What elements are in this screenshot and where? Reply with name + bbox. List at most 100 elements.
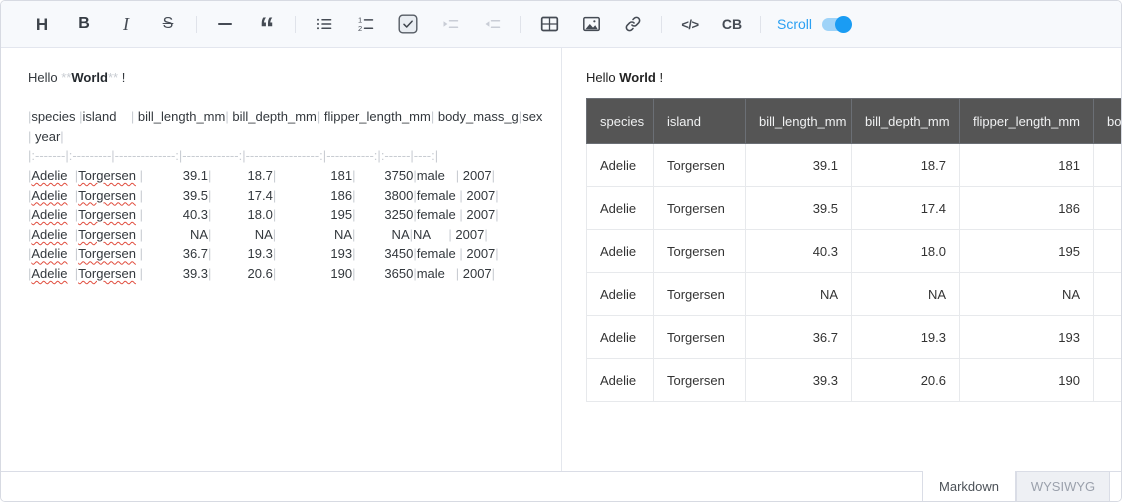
markdown-token: Adelie: [31, 168, 67, 183]
markdown-token: |: [140, 188, 143, 203]
inline-code-icon: </>: [681, 18, 698, 31]
preview-table-cell: 39.5: [746, 187, 852, 230]
heading-icon: H: [36, 16, 48, 33]
blockquote-icon: “: [260, 8, 275, 40]
markdown-token: |: [79, 109, 82, 124]
markdown-token: |: [140, 246, 143, 261]
markdown-token: |: [273, 188, 276, 203]
markdown-token: |: [413, 246, 416, 261]
markdown-token: |: [208, 227, 211, 242]
preview-table-header-cell: bill_length_mm: [746, 99, 852, 144]
preview-bold-text: World: [619, 70, 656, 85]
markdown-token: |: [140, 227, 143, 242]
preview-table-header-cell: body_mass_g: [1094, 99, 1122, 144]
svg-text:2: 2: [358, 24, 362, 33]
italic-button[interactable]: I: [110, 8, 142, 40]
markdown-token: |: [273, 207, 276, 222]
task-checkbox-icon: [398, 14, 418, 34]
preview-table-cell: Torgersen: [654, 230, 746, 273]
markdown-token: Torgersen: [78, 188, 136, 203]
markdown-token: |: [435, 148, 438, 163]
markdown-line[interactable]: Hello **World** !: [28, 68, 552, 88]
outdent-button: [476, 8, 508, 40]
markdown-token: World: [71, 70, 108, 85]
markdown-token: Adelie: [31, 207, 67, 222]
bullet-list-icon: [315, 15, 333, 33]
markdown-token: |: [352, 266, 355, 281]
preview-table-header-cell: species: [587, 99, 654, 144]
preview-table-cell: 3800: [1094, 187, 1122, 230]
preview-table-cell: NA: [746, 273, 852, 316]
markdown-token: :------: [381, 148, 411, 163]
mode-tab-markdown[interactable]: Markdown: [922, 471, 1016, 501]
markdown-token: |: [28, 109, 31, 124]
markdown-token: |: [131, 109, 134, 124]
code-block-icon: CB: [722, 17, 742, 31]
link-button[interactable]: [617, 8, 649, 40]
markdown-line[interactable]: |Adelie |Torgersen | NA| NA| NA| NA|NA |…: [28, 225, 552, 245]
preview-table-cell: Torgersen: [654, 187, 746, 230]
preview-paragraph: Hello World !: [586, 68, 1121, 87]
bullet-list-button[interactable]: [308, 8, 340, 40]
markdown-line[interactable]: |Adelie |Torgersen | 40.3| 18.0| 195| 32…: [28, 205, 552, 225]
markdown-token: -----------:: [326, 148, 377, 163]
strike-button[interactable]: S: [152, 8, 184, 40]
preview-table-cell: 40.3: [746, 230, 852, 273]
markdown-token: |: [495, 207, 498, 222]
markdown-token: |: [495, 246, 498, 261]
heading-button[interactable]: H: [26, 8, 58, 40]
preview-table-cell: 18.0: [852, 230, 960, 273]
preview-table-cell: Torgersen: [654, 316, 746, 359]
markdown-token: |: [352, 207, 355, 222]
preview-table-header-cell: flipper_length_mm: [960, 99, 1094, 144]
preview-table-header-row: speciesislandbill_length_mmbill_depth_mm…: [587, 99, 1122, 144]
preview-text: Hello: [586, 70, 619, 85]
markdown-line[interactable]: |species |island | bill_length_mm| bill_…: [28, 107, 552, 146]
task-list-button[interactable]: [392, 8, 424, 40]
blockquote-button[interactable]: “: [251, 8, 283, 40]
markdown-token: |: [208, 168, 211, 183]
markdown-token: Torgersen: [78, 227, 136, 242]
preview-table-cell: 3750: [1094, 144, 1122, 187]
markdown-token: |: [484, 227, 487, 242]
markdown-token: -----------------:: [246, 148, 323, 163]
markdown-line[interactable]: |Adelie |Torgersen | 39.1| 18.7| 181| 37…: [28, 166, 552, 186]
preview-table-cell: 20.6: [852, 359, 960, 402]
bold-button[interactable]: B: [68, 8, 100, 40]
toolbar-separator: [520, 16, 521, 33]
markdown-line[interactable]: [28, 88, 552, 108]
markdown-pane[interactable]: Hello **World** ! |species |island | bil…: [1, 48, 562, 471]
markdown-editor-content[interactable]: Hello **World** ! |species |island | bil…: [28, 68, 552, 284]
markdown-token: |: [456, 266, 459, 281]
code-block-button[interactable]: CB: [716, 8, 748, 40]
inline-code-button[interactable]: </>: [674, 8, 706, 40]
markdown-token: |: [495, 188, 498, 203]
mode-switch-tabs: MarkdownWYSIWYG: [922, 471, 1110, 501]
preview-table-cell: Adelie: [587, 187, 654, 230]
strikethrough-icon: S: [163, 16, 174, 32]
markdown-line[interactable]: |:-------|:---------|--------------:|---…: [28, 146, 552, 166]
preview-table-cell: 3250: [1094, 230, 1122, 273]
preview-table-cell: Adelie: [587, 273, 654, 316]
horizontal-rule-button[interactable]: [209, 8, 241, 40]
image-button[interactable]: [575, 8, 607, 40]
markdown-line[interactable]: |Adelie |Torgersen | 36.7| 19.3| 193| 34…: [28, 244, 552, 264]
preview-table-header-cell: bill_depth_mm: [852, 99, 960, 144]
toolbar-separator: [295, 16, 296, 33]
markdown-token: |: [413, 266, 416, 281]
mode-tab-wysiwyg[interactable]: WYSIWYG: [1016, 471, 1110, 501]
markdown-line[interactable]: |Adelie |Torgersen | 39.3| 20.6| 190| 36…: [28, 264, 552, 284]
preview-table-row: AdelieTorgersen36.719.31933450: [587, 316, 1122, 359]
scroll-sync-toggle[interactable]: [822, 18, 850, 31]
preview-table-cell: 186: [960, 187, 1094, 230]
markdown-token: |: [317, 109, 320, 124]
ordered-list-button[interactable]: 1 2: [350, 8, 382, 40]
image-icon: [582, 15, 601, 33]
markdown-line[interactable]: |Adelie |Torgersen | 39.5| 17.4| 186| 38…: [28, 186, 552, 206]
markdown-token: |: [352, 227, 355, 242]
preview-table-cell: Torgersen: [654, 144, 746, 187]
markdown-token: **: [108, 70, 118, 85]
markdown-token: |: [352, 188, 355, 203]
mode-switch-bar: MarkdownWYSIWYG: [1, 471, 1121, 501]
table-button[interactable]: [533, 8, 565, 40]
